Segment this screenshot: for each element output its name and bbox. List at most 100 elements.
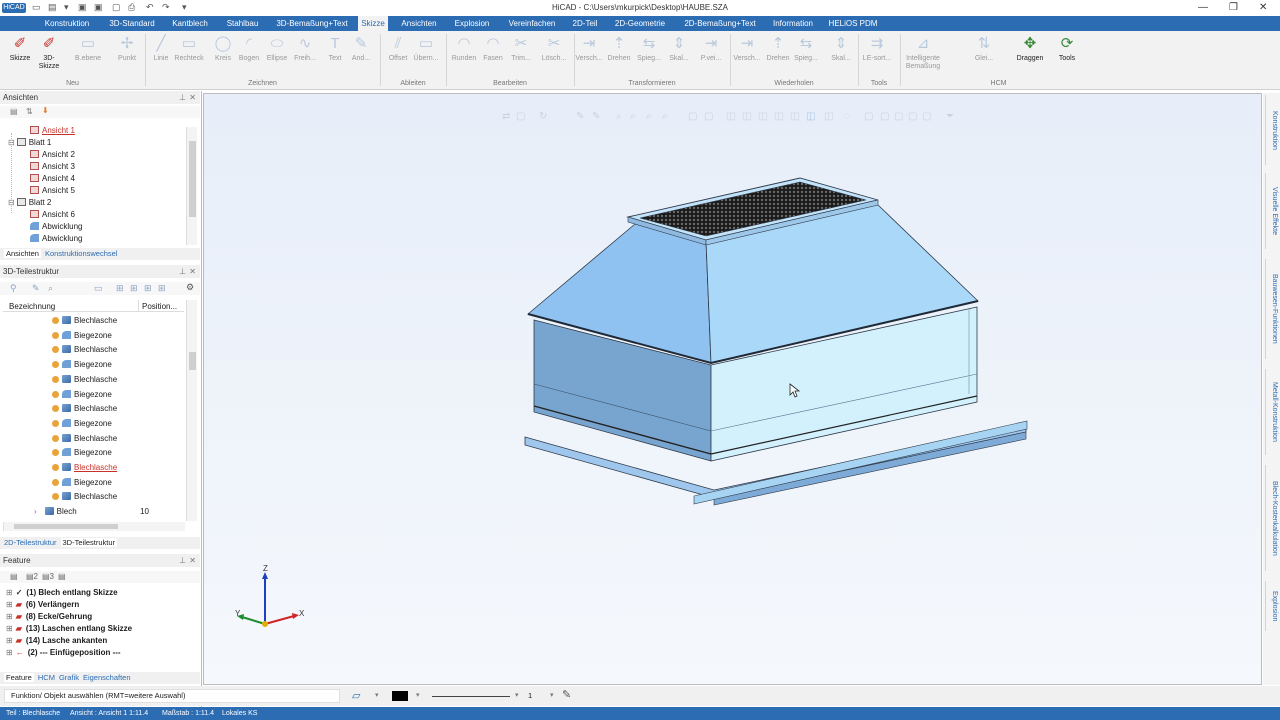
expand-icon[interactable]: ⊞	[6, 624, 13, 633]
table-row[interactable]: Biegezone	[52, 418, 112, 428]
tab-3[interactable]: Stahlbau	[220, 16, 265, 31]
tab-13[interactable]: HELiOS PDM	[828, 16, 878, 31]
panel-tab-0[interactable]: 2D-Teilestruktur	[4, 538, 57, 547]
column-position[interactable]: Position...	[142, 302, 177, 311]
edit-icon[interactable]: ✎	[32, 283, 40, 294]
ribbon-button-22[interactable]: ⇥ P.vei...	[696, 35, 726, 63]
side-tab-3[interactable]: Metall-Konstruktion	[1265, 369, 1278, 455]
panel-tab-2[interactable]: Grafik	[59, 673, 79, 682]
ansichten-item[interactable]: Ansicht 5	[30, 186, 75, 195]
pen-settings-icon[interactable]: ✎	[562, 688, 571, 701]
structure-4-icon[interactable]: ⊞	[158, 283, 166, 294]
expand-icon[interactable]: ⊞	[6, 600, 13, 609]
line-style-preview[interactable]	[432, 696, 510, 697]
ribbon-button-1[interactable]: ✐ 3D-Skizze	[34, 35, 64, 71]
ribbon-button-20[interactable]: ⇆ Spieg...	[634, 35, 664, 63]
down-arrow-icon[interactable]: ⬇	[42, 106, 49, 115]
table-row[interactable]: Blechlasche	[52, 316, 117, 325]
ribbon-button-7[interactable]: ◜ Bogen	[234, 35, 264, 63]
table-row[interactable]: Blechlasche	[52, 492, 117, 501]
ribbon-button-27[interactable]: ⇉ LE-sort...	[862, 35, 892, 63]
tab-8[interactable]: Vereinfachen	[506, 16, 558, 31]
line-width-dropdown-icon[interactable]: ▾	[550, 691, 554, 699]
table-row[interactable]: Biegezone	[52, 330, 112, 340]
table-row[interactable]: Biegezone	[52, 360, 112, 369]
ansichten-item[interactable]: ⊟ Blatt 1	[8, 138, 51, 147]
feature-list-3-icon[interactable]: ▤3	[42, 572, 54, 581]
ribbon-button-15[interactable]: ◠ Fasen	[478, 35, 508, 63]
feature-item[interactable]: ⊞ ▰ (14) Lasche ankanten	[6, 636, 107, 645]
view-sort-icon[interactable]: ⇅	[26, 107, 33, 116]
close-icon[interactable]: ✕	[189, 265, 196, 278]
panel-tab-1[interactable]: Konstruktionswechsel	[45, 249, 118, 258]
expand-icon[interactable]: ⊞	[6, 648, 13, 657]
ansichten-item[interactable]: Abwicklung	[30, 234, 82, 243]
table-row[interactable]: Blechlasche	[52, 463, 117, 472]
expand-icon[interactable]: ⊞	[6, 588, 13, 597]
ribbon-button-11[interactable]: ✎ And...	[346, 35, 376, 63]
teilestruktur-vscrollbar[interactable]	[186, 300, 197, 521]
search-icon[interactable]: ⚲	[10, 283, 17, 294]
ribbon-button-14[interactable]: ◠ Runden	[449, 35, 479, 63]
sheet-metal-hood-model[interactable]	[204, 94, 1263, 686]
expand-icon[interactable]: ⊞	[6, 636, 13, 645]
tab-12[interactable]: Information	[768, 16, 818, 31]
view-manager-icon[interactable]: ▤	[10, 107, 18, 116]
ribbon-button-9[interactable]: ∿ Freih...	[290, 35, 320, 63]
command-prompt[interactable]: Funktion/ Objekt auswählen (RMT=weitere …	[4, 689, 340, 703]
collapse-icon[interactable]: ▭	[94, 283, 103, 294]
side-tab-5[interactable]: Explosion	[1265, 581, 1278, 631]
side-tab-0[interactable]: Konstruktion	[1265, 95, 1278, 165]
structure-3-icon[interactable]: ⊞	[144, 283, 152, 294]
ribbon-button-24[interactable]: ⇡ Drehen	[763, 35, 793, 63]
ansichten-item[interactable]: Ansicht 4	[30, 174, 75, 183]
pin-icon[interactable]: ⊥	[179, 265, 186, 278]
ribbon-button-23[interactable]: ⇥ Versch...	[732, 35, 762, 63]
pin-icon[interactable]: ⊥	[179, 554, 186, 567]
ribbon-button-16[interactable]: ✂ Trim...	[506, 35, 536, 63]
side-tab-1[interactable]: Visuelle Effekte	[1265, 173, 1278, 249]
table-row[interactable]: Blechlasche	[52, 404, 117, 413]
expand-icon[interactable]: ›	[34, 507, 37, 516]
ribbon-button-19[interactable]: ⇡ Drehen	[604, 35, 634, 63]
maximize-icon[interactable]: ❐	[1229, 2, 1238, 13]
ribbon-button-17[interactable]: ✂ Lösch...	[539, 35, 569, 63]
ribbon-button-2[interactable]: ▭ B.ebene	[73, 35, 103, 63]
layer-icon[interactable]: ▱	[352, 689, 360, 702]
table-row[interactable]: Blechlasche	[52, 345, 117, 354]
tab-0[interactable]: Konstruktion	[38, 16, 96, 31]
layer-dropdown-icon[interactable]: ▾	[375, 691, 379, 699]
table-row[interactable]: Blechlasche	[52, 433, 117, 443]
pin-icon[interactable]: ⊥	[179, 91, 186, 104]
scroll-thumb[interactable]	[189, 141, 196, 217]
feature-list-icon[interactable]: ▤	[10, 572, 18, 581]
tab-1[interactable]: 3D-Standard	[104, 16, 160, 31]
ribbon-button-28[interactable]: ⊿ Intelligente Bemaßung	[900, 35, 946, 71]
panel-tab-1[interactable]: HCM	[38, 673, 55, 682]
tab-4[interactable]: 3D-Bemaßung+Text	[272, 16, 352, 31]
side-tab-2[interactable]: Bauwesen-Funktionen	[1265, 259, 1278, 359]
ribbon-button-31[interactable]: ⟳ Tools	[1052, 35, 1082, 63]
ribbon-button-8[interactable]: ⬭ Ellipse	[262, 35, 292, 63]
line-style-dropdown-icon[interactable]: ▾	[515, 691, 519, 699]
expand-icon[interactable]: ⊞	[6, 612, 13, 621]
feature-item[interactable]: ⊞ ▰ (8) Ecke/Gehrung	[6, 612, 92, 621]
settings-icon[interactable]: ⚙	[186, 282, 194, 293]
ribbon-button-18[interactable]: ⇥ Versch...	[574, 35, 604, 63]
feature-item[interactable]: ⊞ ← (2) --- Einfügeposition ---	[6, 648, 121, 657]
color-swatch[interactable]	[392, 691, 408, 701]
ansichten-item[interactable]: Ansicht 2	[30, 150, 75, 159]
teilestruktur-hscrollbar[interactable]	[3, 522, 185, 531]
feature-tree-icon[interactable]: ▤	[58, 572, 66, 581]
ribbon-button-12[interactable]: ⫽ Offset	[383, 35, 413, 63]
ribbon-button-21[interactable]: ⇕ Skal...	[664, 35, 694, 63]
ansichten-item[interactable]: ⊟ Blatt 2	[8, 198, 51, 207]
side-tab-4[interactable]: Blech-Kostenkalkulation	[1265, 465, 1278, 571]
ansichten-item[interactable]: Ansicht 3	[30, 162, 75, 171]
ribbon-button-26[interactable]: ⇕ Skal...	[826, 35, 856, 63]
feature-item[interactable]: ⊞ ▰ (13) Laschen entlang Skizze	[6, 624, 132, 633]
structure-icon[interactable]: ⊞	[116, 283, 124, 294]
ribbon-button-5[interactable]: ▭ Rechteck	[174, 35, 204, 63]
panel-tab-0[interactable]: Feature	[4, 673, 34, 682]
tab-9[interactable]: 2D-Teil	[570, 16, 600, 31]
